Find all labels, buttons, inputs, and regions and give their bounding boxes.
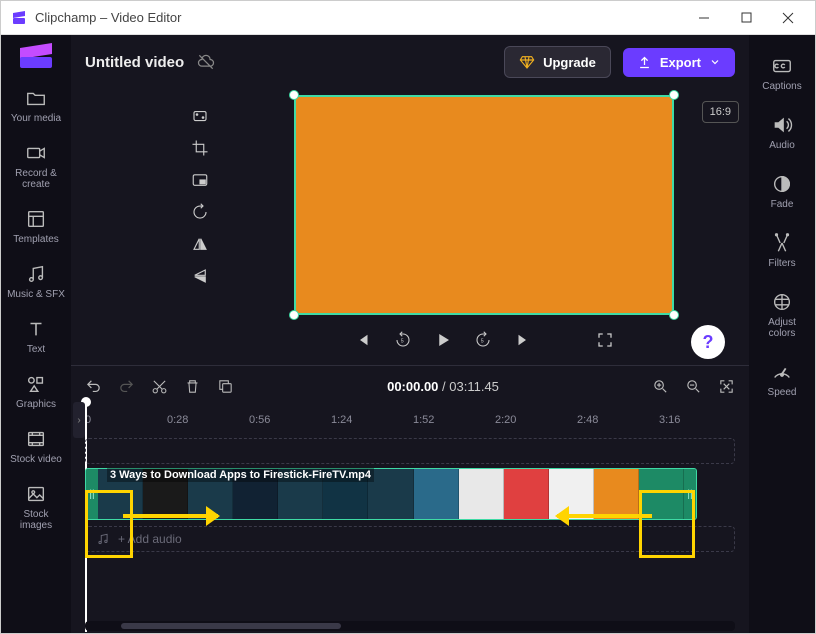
cut-icon[interactable] — [151, 378, 168, 395]
fit-icon[interactable] — [191, 107, 209, 125]
play-icon[interactable] — [434, 331, 452, 349]
redo-icon[interactable] — [118, 378, 135, 395]
resize-handle-tl[interactable] — [289, 90, 299, 100]
sidebar-music-sfx[interactable]: Music & SFX — [1, 255, 71, 308]
rightbar-fade[interactable]: Fade — [749, 165, 815, 218]
empty-track[interactable] — [85, 438, 735, 464]
zoom-fit-icon[interactable] — [718, 378, 735, 395]
chevron-down-icon — [709, 56, 721, 68]
add-audio-track[interactable]: + Add audio — [85, 526, 735, 552]
left-expand-toggle[interactable]: › — [73, 402, 85, 438]
window-title: Clipchamp – Video Editor — [35, 10, 181, 25]
upgrade-button[interactable]: Upgrade — [504, 46, 611, 78]
zoom-in-icon[interactable] — [652, 378, 669, 395]
rotate-icon[interactable] — [191, 203, 209, 221]
sidebar-templates[interactable]: Templates — [1, 200, 71, 253]
resize-handle-br[interactable] — [669, 310, 679, 320]
rightbar-audio[interactable]: Audio — [749, 106, 815, 159]
crop-icon[interactable] — [191, 139, 209, 157]
skip-forward-icon[interactable] — [514, 331, 532, 349]
sidebar-stock-images[interactable]: Stock images — [1, 475, 71, 539]
rightbar-filters[interactable]: Filters — [749, 224, 815, 277]
forward-5-icon[interactable]: 5 — [474, 331, 492, 349]
maximize-button[interactable] — [725, 3, 767, 33]
sidebar-your-media[interactable]: Your media — [1, 79, 71, 132]
annotation-arrow-left — [557, 514, 652, 518]
preview-canvas[interactable] — [294, 95, 674, 315]
clip-trim-left[interactable]: || — [86, 469, 98, 519]
project-title[interactable]: Untitled video — [85, 54, 184, 71]
diamond-icon — [519, 54, 535, 70]
svg-text:5: 5 — [401, 338, 404, 344]
flip-vertical-icon[interactable] — [191, 267, 209, 285]
undo-icon[interactable] — [85, 378, 102, 395]
sidebar-text[interactable]: Text — [1, 310, 71, 363]
music-icon — [96, 532, 110, 546]
rewind-5-icon[interactable]: 5 — [394, 331, 412, 349]
clip-trim-right[interactable]: || — [684, 469, 696, 519]
aspect-ratio-button[interactable]: 16:9 — [702, 101, 739, 123]
rightbar-adjust-colors[interactable]: Adjust colors — [749, 283, 815, 347]
pip-icon[interactable] — [191, 171, 209, 189]
sidebar-graphics[interactable]: Graphics — [1, 365, 71, 418]
timeline-ruler[interactable]: 0 0:28 0:56 1:24 1:52 2:20 2:48 3:16 — [71, 406, 749, 434]
right-sidebar: Captions Audio Fade Filters Adjust color… — [749, 35, 815, 633]
timeline-scrollbar[interactable] — [85, 621, 735, 631]
timeline: 00:00.00 / 03:11.45 0 0:28 0:56 1:24 1:5… — [71, 365, 749, 633]
resize-handle-bl[interactable] — [289, 310, 299, 320]
resize-handle-tr[interactable] — [669, 90, 679, 100]
flip-horizontal-icon[interactable] — [191, 235, 209, 253]
export-button[interactable]: Export — [623, 48, 735, 77]
titlebar: Clipchamp – Video Editor — [1, 1, 815, 35]
rightbar-captions[interactable]: Captions — [749, 47, 815, 100]
fullscreen-icon[interactable] — [596, 331, 614, 349]
help-button[interactable]: ? — [691, 325, 725, 359]
close-button[interactable] — [767, 3, 809, 33]
annotation-arrow-right — [123, 514, 218, 518]
minimize-button[interactable] — [683, 3, 725, 33]
left-sidebar: Your media Record & create Templates Mus… — [1, 35, 71, 633]
rightbar-speed[interactable]: Speed — [749, 353, 815, 406]
upload-icon — [637, 55, 652, 70]
clip-filename: 3 Ways to Download Apps to Firestick-Fir… — [107, 468, 374, 482]
zoom-out-icon[interactable] — [685, 378, 702, 395]
sidebar-stock-video[interactable]: Stock video — [1, 420, 71, 473]
cloud-sync-off-icon — [196, 52, 216, 72]
timecode: 00:00.00 / 03:11.45 — [387, 379, 499, 394]
sidebar-record-create[interactable]: Record & create — [1, 134, 71, 198]
svg-text:5: 5 — [481, 338, 484, 344]
duplicate-icon[interactable] — [217, 378, 234, 395]
topbar: Untitled video Upgrade Export — [71, 35, 749, 89]
skip-back-icon[interactable] — [354, 331, 372, 349]
delete-icon[interactable] — [184, 378, 201, 395]
app-logo — [18, 43, 54, 69]
preview-tools — [181, 89, 219, 365]
app-icon — [11, 10, 27, 26]
